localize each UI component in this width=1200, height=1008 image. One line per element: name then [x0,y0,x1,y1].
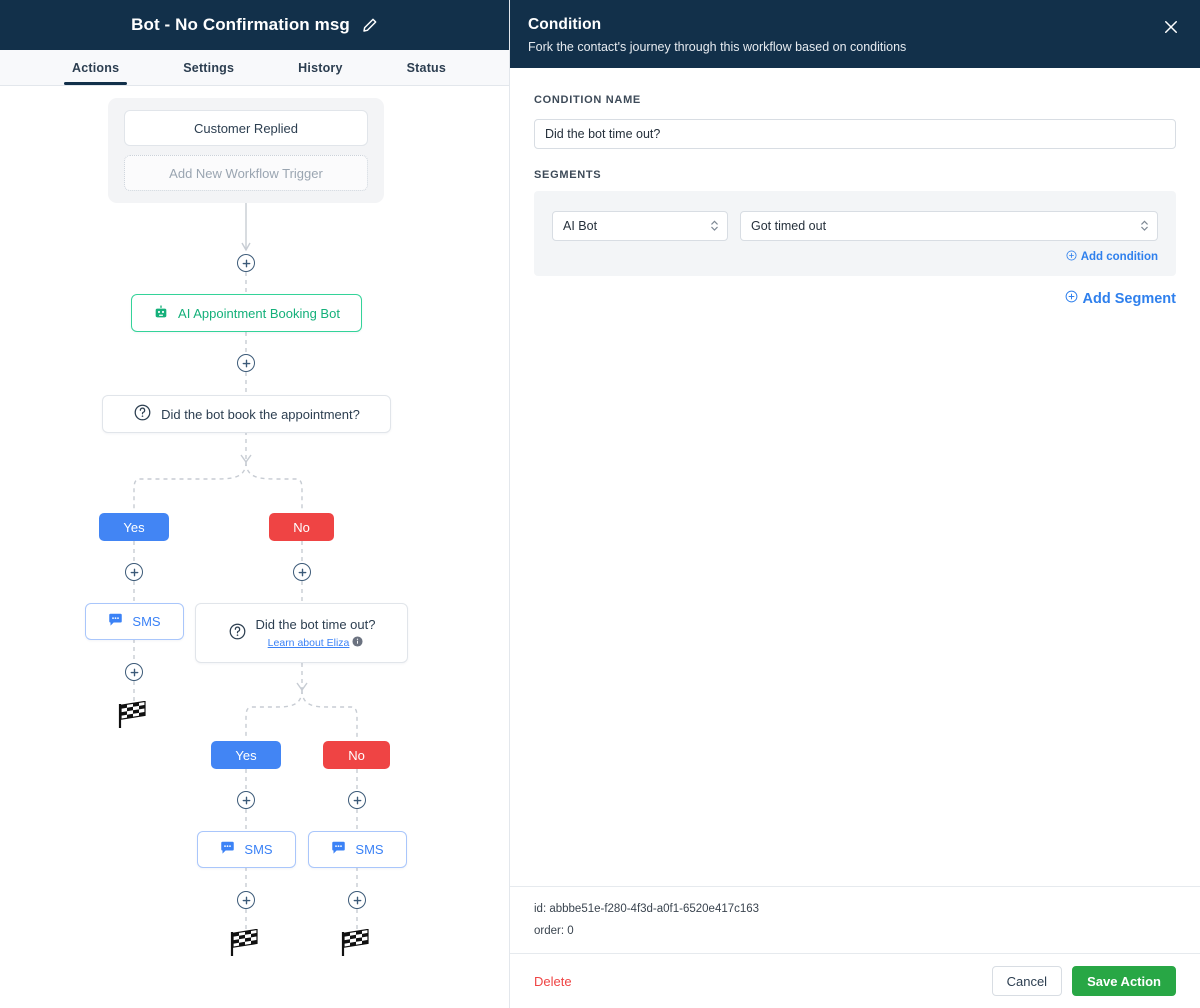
tab-settings[interactable]: Settings [175,50,242,85]
workflow-builder-app: Bot - No Confirmation msg Actions Settin… [0,0,1200,1008]
node-label: SMS [244,842,272,857]
node-condition-body: Did the bot time out? Learn about Eliza [256,616,376,650]
node-condition-did-bot-book[interactable]: Did the bot book the appointment? [102,395,391,433]
add-condition-label: Add condition [1081,251,1158,263]
sms-bubble-icon [108,613,123,630]
info-icon[interactable] [352,637,363,649]
node-sms[interactable]: SMS [308,831,407,868]
condition-panel-body: CONDITION NAME SEGMENTS AI Bot Got timed… [510,68,1200,886]
add-step-button[interactable] [237,254,255,272]
circle-plus-icon [1066,250,1077,264]
checkered-flag-icon [116,701,148,729]
condition-name-input[interactable] [534,119,1176,149]
footer-button-group: Cancel Save Action [992,966,1176,996]
node-label: Did the bot time out? [256,616,376,634]
add-step-button[interactable] [237,891,255,909]
segments-label: SEGMENTS [534,169,1176,181]
action-order: order: 0 [534,921,1176,943]
page-title: Bot - No Confirmation msg [131,15,350,35]
add-step-button[interactable] [125,663,143,681]
segment-field-value: AI Bot [563,219,597,233]
pencil-icon[interactable] [362,17,378,33]
node-sms[interactable]: SMS [85,603,184,640]
delete-button[interactable]: Delete [534,974,572,989]
panel-title: Condition [528,16,1176,34]
save-action-button[interactable]: Save Action [1072,966,1176,996]
workflow-trigger-group: Customer Replied Add New Workflow Trigge… [108,98,384,203]
chevron-updown-icon [1140,219,1149,234]
node-label: Did the bot book the appointment? [161,407,360,422]
add-step-button[interactable] [348,791,366,809]
add-step-button[interactable] [293,563,311,581]
condition-panel-footer: Delete Cancel Save Action [510,953,1200,1008]
condition-name-label: CONDITION NAME [534,94,641,106]
chevron-updown-icon [710,219,719,234]
question-circle-icon [133,403,152,425]
close-icon[interactable] [1162,18,1180,36]
tab-actions[interactable]: Actions [64,50,127,85]
segment-condition-row: AI Bot Got timed out [552,211,1158,241]
cancel-button[interactable]: Cancel [992,966,1062,996]
tab-status[interactable]: Status [399,50,454,85]
flow-connectors [0,87,510,1008]
checkered-flag-icon [228,929,260,957]
node-label: AI Appointment Booking Bot [178,306,340,321]
robot-icon [153,304,169,323]
tab-history[interactable]: History [290,50,350,85]
add-segment-button[interactable]: Add Segment [1065,290,1176,307]
add-condition-button[interactable]: Add condition [1066,250,1158,264]
branch-yes[interactable]: Yes [99,513,169,541]
branch-no[interactable]: No [323,741,390,769]
node-label: SMS [132,614,160,629]
action-metadata: id: abbbe51e-f280-4f3d-a0f1-6520e417c163… [510,886,1200,953]
learn-about-eliza-link[interactable]: Learn about Eliza [268,637,350,649]
add-step-button[interactable] [125,563,143,581]
checkered-flag-icon [339,929,371,957]
workflow-tabs: Actions Settings History Status [0,50,509,86]
node-ai-appointment-booking-bot[interactable]: AI Appointment Booking Bot [131,294,362,332]
circle-plus-icon [1065,290,1078,307]
question-circle-icon [228,622,247,644]
panel-subtitle: Fork the contact's journey through this … [528,40,1176,54]
flow-canvas: Customer Replied Add New Workflow Trigge… [0,87,509,1008]
node-sms[interactable]: SMS [197,831,296,868]
add-workflow-trigger-button[interactable]: Add New Workflow Trigger [124,155,368,191]
trigger-customer-replied[interactable]: Customer Replied [124,110,368,146]
workflow-canvas-panel: Bot - No Confirmation msg Actions Settin… [0,0,510,1008]
branch-yes[interactable]: Yes [211,741,281,769]
node-condition-did-bot-time-out[interactable]: Did the bot time out? Learn about Eliza [195,603,408,663]
add-segment-row: Add Segment [534,290,1176,307]
add-step-button[interactable] [237,791,255,809]
condition-panel: Condition Fork the contact's journey thr… [510,0,1200,1008]
add-condition-row: Add condition [552,250,1158,264]
workflow-header: Bot - No Confirmation msg [0,0,509,50]
node-condition-sub: Learn about Eliza [268,636,364,650]
action-id: id: abbbe51e-f280-4f3d-a0f1-6520e417c163 [534,899,1176,921]
segment-field-select[interactable]: AI Bot [552,211,728,241]
sms-bubble-icon [331,841,346,858]
add-step-button[interactable] [237,354,255,372]
sms-bubble-icon [220,841,235,858]
branch-no[interactable]: No [269,513,334,541]
add-segment-label: Add Segment [1083,291,1176,307]
condition-panel-header: Condition Fork the contact's journey thr… [510,0,1200,68]
segment-operator-select[interactable]: Got timed out [740,211,1158,241]
node-label: SMS [355,842,383,857]
add-step-button[interactable] [348,891,366,909]
segment-group: AI Bot Got timed out [534,191,1176,276]
segment-operator-value: Got timed out [751,219,826,233]
